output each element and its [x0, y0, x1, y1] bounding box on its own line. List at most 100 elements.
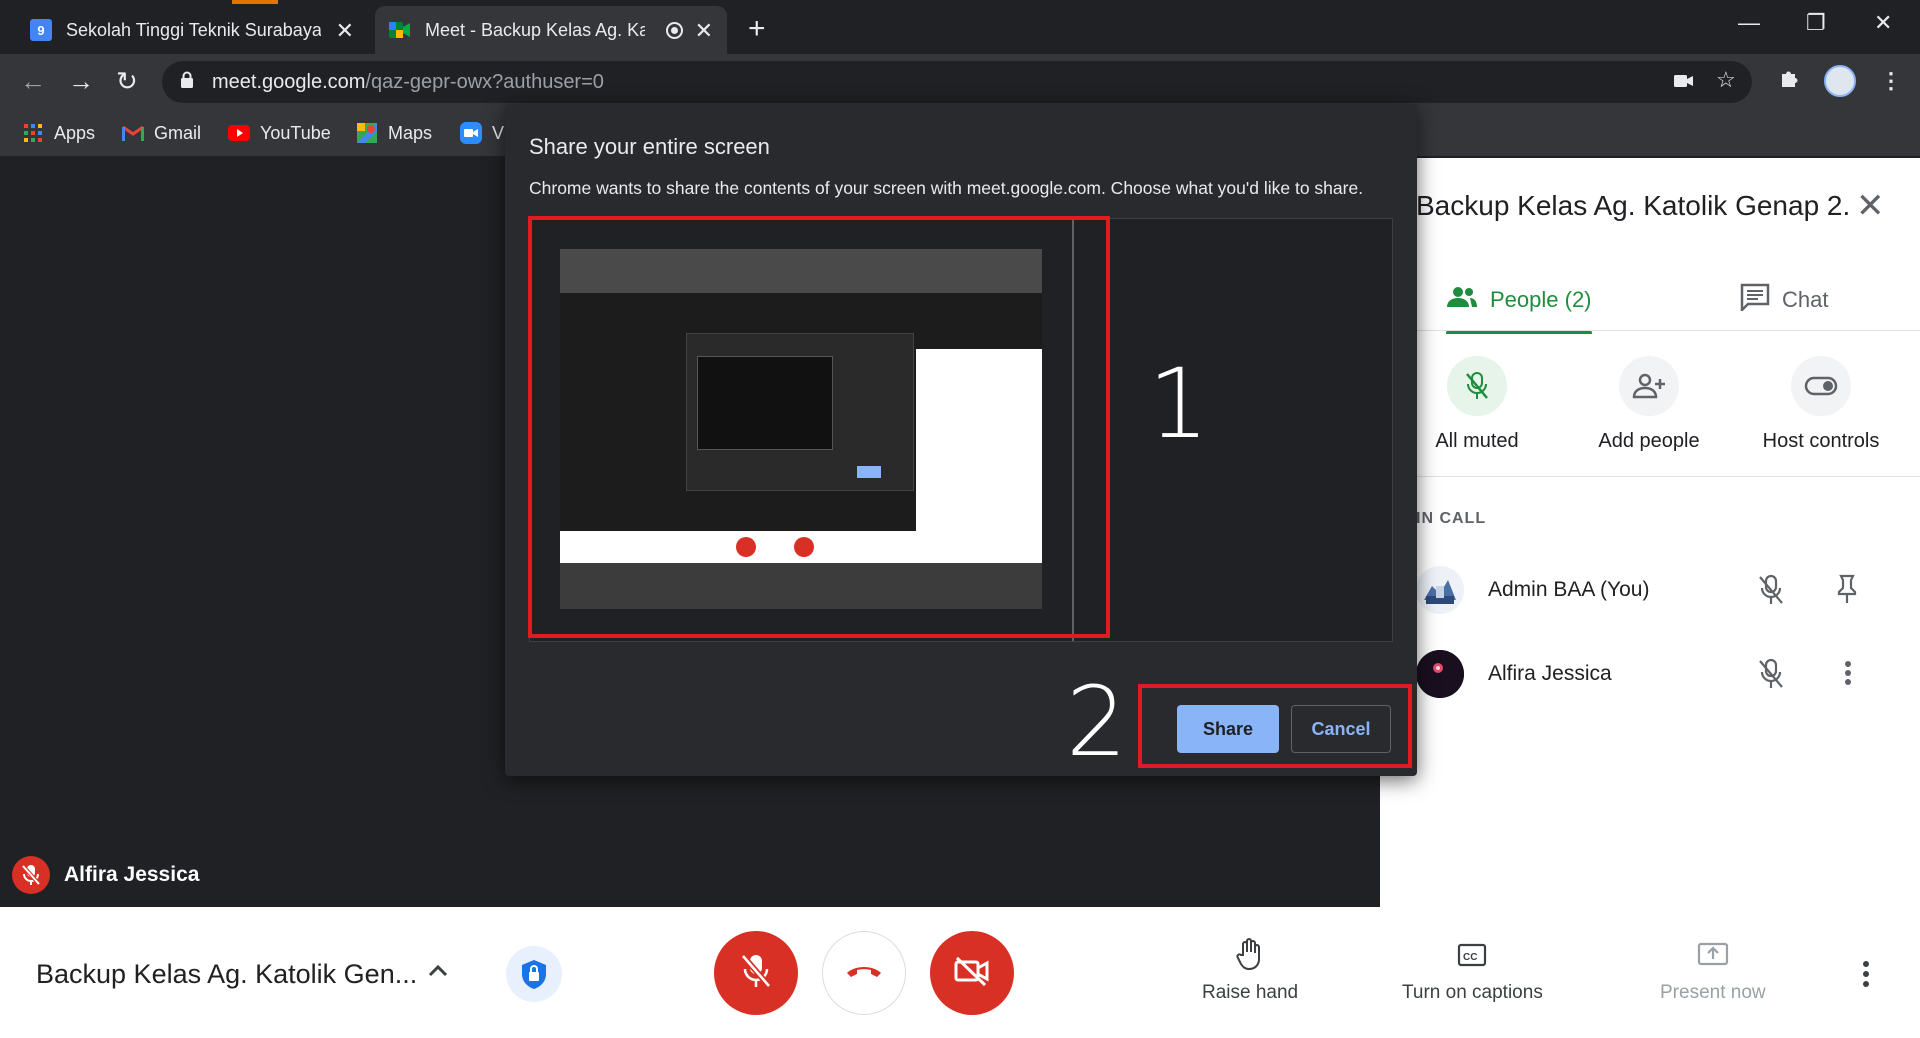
tab-people[interactable]: People (2): [1446, 270, 1592, 334]
star-bookmark-icon[interactable]: ☆: [1716, 67, 1736, 93]
divider: [1416, 330, 1920, 331]
annotation-box-step2: [1138, 684, 1412, 768]
microphone-toggle-button[interactable]: [714, 931, 798, 1015]
close-tab-icon[interactable]: ✕: [695, 18, 713, 44]
tab-sekolah[interactable]: 9 Sekolah Tinggi Teknik Surabaya - ✕: [16, 6, 368, 54]
chevron-up-icon[interactable]: [424, 957, 452, 990]
dialog-message: Chrome wants to share the contents of yo…: [529, 178, 1364, 198]
divider: [1416, 476, 1920, 477]
panel-title: Backup Kelas Ag. Katolik Genap 2...: [1416, 190, 1851, 221]
address-bar[interactable]: meet.google.com/qaz-gepr-owx?authuser=0 …: [162, 61, 1752, 103]
back-icon[interactable]: ←: [20, 66, 46, 97]
meeting-controls-bar: Backup Kelas Ag. Katolik Gen... Raise ha…: [0, 907, 1920, 1038]
youtube-icon: [228, 122, 250, 144]
tab-title: Sekolah Tinggi Teknik Surabaya -: [66, 19, 321, 40]
pin-icon[interactable]: [1836, 574, 1858, 609]
bookmark-zoom[interactable]: V: [460, 118, 504, 148]
meet-icon: [389, 19, 411, 41]
leave-call-button[interactable]: [822, 931, 906, 1015]
minimize-icon[interactable]: —: [1738, 10, 1760, 36]
mic-off-icon: [1447, 356, 1507, 416]
reload-icon[interactable]: ↻: [116, 66, 138, 97]
tab-meet[interactable]: Meet - Backup Kelas Ag. Katolik ✕: [375, 6, 727, 54]
mic-off-icon[interactable]: [1758, 658, 1784, 695]
participant-row: Alfira Jessica: [1416, 644, 1896, 704]
tab-title: Meet - Backup Kelas Ag. Katolik: [425, 19, 645, 40]
present-now-button[interactable]: Present now: [1660, 937, 1766, 1004]
participant-tile-label: Alfira Jessica: [12, 856, 199, 894]
meeting-title: Backup Kelas Ag. Katolik Gen...: [36, 959, 418, 989]
add-people-button[interactable]: Add people: [1564, 356, 1734, 453]
bookmark-youtube[interactable]: YouTube: [228, 118, 331, 148]
close-icon[interactable]: ✕: [1856, 186, 1885, 226]
avatar: [1416, 566, 1464, 614]
close-window-icon[interactable]: ✕: [1874, 10, 1892, 36]
tab-chat-label: Chat: [1782, 287, 1829, 312]
annotation-box-step1: [528, 216, 1110, 638]
people-icon: [1446, 285, 1478, 315]
close-tab-icon[interactable]: ✕: [336, 18, 354, 44]
camera-toggle-button[interactable]: [930, 931, 1014, 1015]
host-controls-button[interactable]: Host controls: [1736, 356, 1906, 453]
avatar: [1416, 650, 1464, 698]
all-muted-button[interactable]: All muted: [1392, 356, 1562, 453]
mic-off-icon[interactable]: [1758, 574, 1784, 611]
captions-label: Turn on captions: [1402, 982, 1543, 1003]
gmail-icon: [122, 122, 144, 144]
apps-grid-icon: [22, 122, 44, 144]
section-label: IN CALL: [1416, 510, 1487, 527]
chat-icon: [1740, 283, 1770, 317]
more-options-icon[interactable]: [1862, 959, 1870, 994]
add-person-icon: [1619, 356, 1679, 416]
present-screen-icon: [1697, 942, 1729, 975]
mic-off-icon: [740, 953, 772, 994]
maps-icon: [356, 122, 378, 144]
dialog-title: Share your entire screen: [529, 134, 770, 159]
bookmark-apps[interactable]: Apps: [22, 118, 95, 148]
camera-in-use-icon[interactable]: [1674, 69, 1694, 95]
hand-icon: [1233, 938, 1267, 975]
people-panel: Backup Kelas Ag. Katolik Genap 2... ✕ Pe…: [1380, 158, 1920, 907]
action-label: All muted: [1435, 430, 1519, 452]
url-path: /qaz-gepr-owx?authuser=0: [365, 71, 604, 93]
zoom-icon: [460, 122, 482, 144]
calendar-icon: 9: [30, 19, 52, 41]
bookmark-label: Gmail: [154, 122, 202, 143]
raise-hand-label: Raise hand: [1202, 982, 1299, 1003]
bookmark-gmail[interactable]: Gmail: [122, 118, 201, 148]
svg-text:CC: CC: [1463, 952, 1477, 963]
lock-icon: [181, 71, 193, 88]
bookmark-maps[interactable]: Maps: [356, 118, 432, 148]
toggle-icon: [1791, 356, 1851, 416]
closed-captions-icon: CC: [1457, 943, 1487, 975]
url-text: meet.google.com/qaz-gepr-owx?authuser=0: [212, 71, 604, 94]
more-options-icon[interactable]: [1844, 658, 1852, 693]
profile-avatar[interactable]: [1824, 65, 1856, 97]
new-tab-button[interactable]: +: [748, 12, 766, 46]
extensions-icon[interactable]: [1778, 68, 1800, 96]
tab-chat[interactable]: Chat: [1740, 270, 1828, 330]
browser-tab-strip: 9 Sekolah Tinggi Teknik Surabaya - ✕ Mee…: [0, 0, 1920, 54]
captions-button[interactable]: CC Turn on captions: [1402, 937, 1543, 1004]
present-label: Present now: [1660, 982, 1766, 1003]
browser-toolbar: ← → ↻ meet.google.com/qaz-gepr-owx?authu…: [0, 54, 1920, 110]
camera-off-icon: [953, 955, 991, 992]
participant-name: Alfira Jessica: [64, 863, 200, 886]
bookmark-label: YouTube: [260, 122, 331, 143]
tab-people-label: People (2): [1490, 287, 1592, 312]
annotation-step2-label: 2: [1066, 666, 1128, 778]
bookmark-label: V: [492, 122, 505, 143]
recording-icon: [666, 22, 683, 39]
forward-icon[interactable]: →: [68, 66, 94, 97]
participant-name: Alfira Jessica: [1488, 662, 1612, 685]
chrome-menu-icon[interactable]: ⋮: [1880, 68, 1902, 94]
action-label: Add people: [1598, 430, 1700, 452]
hang-up-icon: [845, 963, 883, 984]
shield-lock-icon[interactable]: [506, 946, 562, 1002]
raise-hand-button[interactable]: Raise hand: [1202, 937, 1298, 1004]
bookmark-label: Maps: [388, 122, 433, 143]
action-label: Host controls: [1762, 430, 1880, 452]
tab-loading-indicator: [232, 0, 278, 4]
restore-icon[interactable]: ❐: [1806, 10, 1826, 36]
bookmark-label: Apps: [54, 122, 96, 143]
